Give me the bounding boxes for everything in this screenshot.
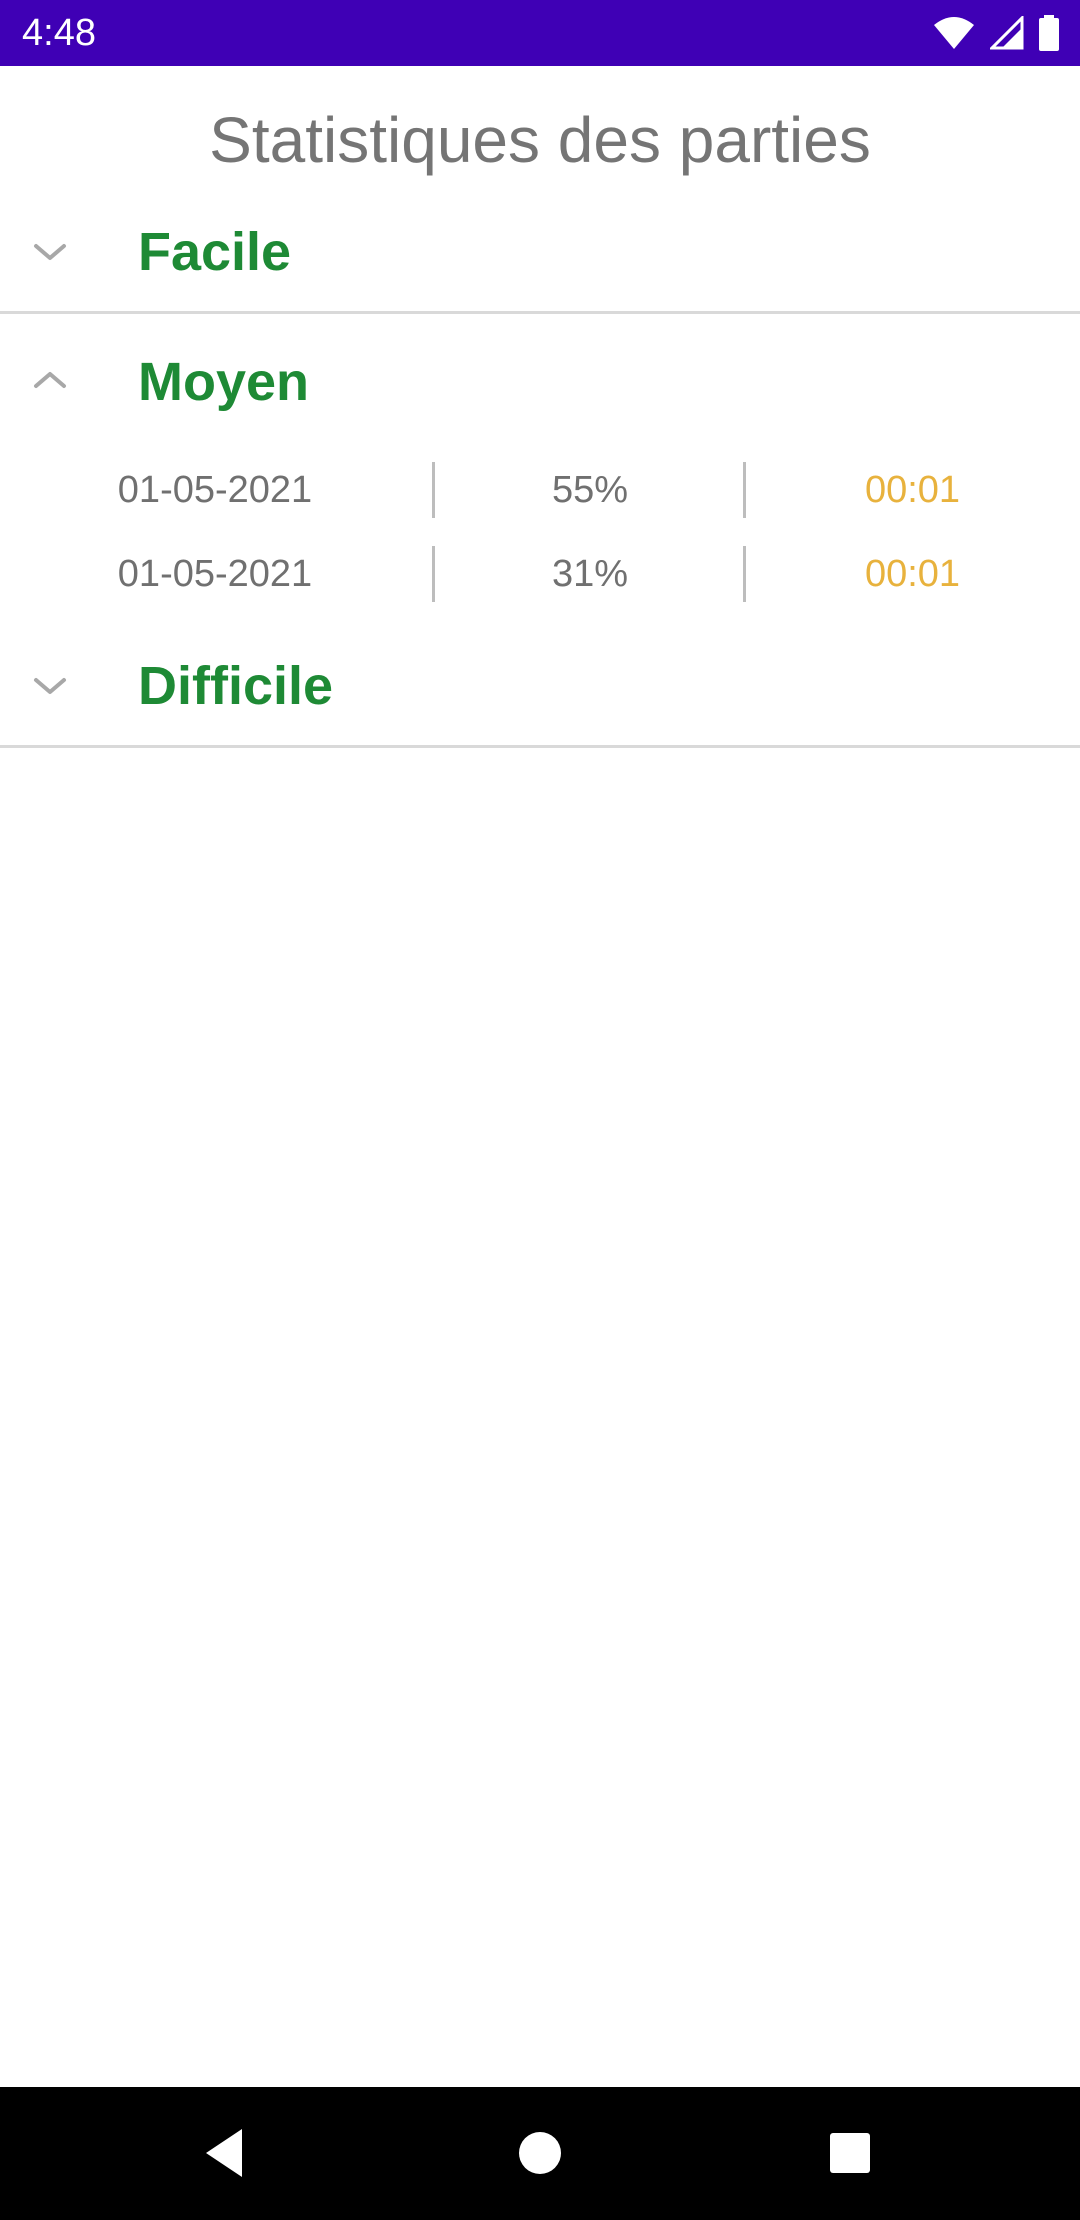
divider: [0, 745, 1080, 748]
status-time: 4:48: [22, 12, 96, 54]
row-time: 00:01: [864, 469, 961, 511]
chevron-up-icon: [28, 358, 72, 402]
row-percent: 31%: [551, 553, 629, 595]
recents-icon[interactable]: [820, 2123, 880, 2183]
group-label: Difficile: [138, 656, 334, 716]
back-icon[interactable]: [196, 2123, 256, 2183]
divider: [0, 311, 1080, 314]
row-time: 00:01: [864, 553, 961, 595]
table-row: 01-05-2021 31% 00:01: [0, 546, 1080, 602]
row-percent: 55%: [551, 469, 629, 511]
group-header-facile[interactable]: Facile: [0, 190, 1080, 310]
wifi-icon: [932, 15, 976, 51]
group-label: Moyen: [138, 352, 310, 412]
battery-icon: [1038, 15, 1060, 51]
chevron-down-icon: [28, 230, 72, 274]
navigation-bar: [0, 2087, 1080, 2220]
status-bar: 4:48: [0, 0, 1080, 66]
home-icon[interactable]: [510, 2123, 570, 2183]
table-row: 01-05-2021 55% 00:01: [0, 462, 1080, 518]
row-date: 01-05-2021: [117, 469, 313, 511]
page-title: Statistiques des parties: [209, 104, 871, 176]
group-header-difficile[interactable]: Difficile: [0, 624, 1080, 744]
row-date: 01-05-2021: [117, 553, 313, 595]
status-icons: [932, 14, 1060, 52]
group-header-moyen[interactable]: Moyen: [0, 322, 1080, 442]
chevron-down-icon: [28, 664, 72, 708]
cellular-signal-icon: [990, 16, 1024, 50]
group-label: Facile: [138, 222, 292, 282]
